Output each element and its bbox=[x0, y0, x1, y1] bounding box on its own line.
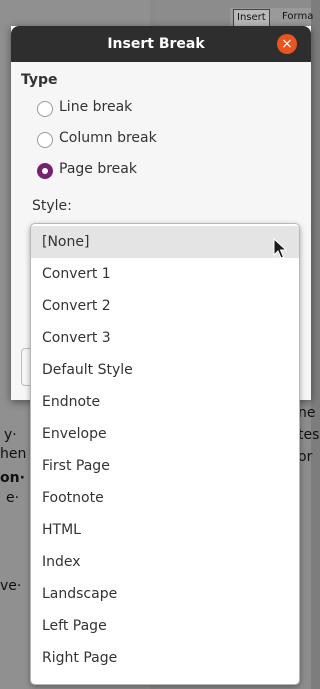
dropdown-item[interactable]: Convert 1 bbox=[31, 258, 299, 290]
background-text: hen bbox=[0, 446, 27, 462]
dropdown-item[interactable]: [None] bbox=[31, 226, 299, 258]
background-text: ve· bbox=[0, 578, 22, 594]
background-text: or bbox=[298, 449, 313, 465]
style-label: Style: bbox=[32, 198, 72, 214]
dropdown-item[interactable]: Envelope bbox=[31, 418, 299, 450]
radio-button-icon[interactable] bbox=[37, 132, 53, 148]
style-dropdown-list[interactable]: [None] Convert 1 Convert 2 Convert 3 Def… bbox=[30, 223, 300, 685]
dropdown-item[interactable]: Index bbox=[31, 546, 299, 578]
radio-label: Column break bbox=[59, 130, 157, 146]
background-text: e· bbox=[6, 490, 20, 506]
dropdown-item[interactable]: Left Page bbox=[31, 610, 299, 642]
dropdown-item[interactable]: HTML bbox=[31, 514, 299, 546]
dropdown-item[interactable]: Right Page bbox=[31, 642, 299, 674]
type-heading: Type bbox=[21, 72, 58, 88]
radio-button-icon[interactable] bbox=[37, 101, 53, 117]
background-text: on· bbox=[0, 470, 25, 486]
background-text: y· bbox=[4, 427, 17, 443]
dropdown-item[interactable]: Endnote bbox=[31, 386, 299, 418]
dropdown-item[interactable]: Convert 2 bbox=[31, 290, 299, 322]
dropdown-item[interactable]: First Page bbox=[31, 450, 299, 482]
radio-label: Page break bbox=[59, 161, 137, 177]
dropdown-item[interactable]: Footnote bbox=[31, 482, 299, 514]
radio-selected-icon[interactable] bbox=[37, 163, 53, 179]
dropdown-item[interactable]: Landscape bbox=[31, 578, 299, 610]
dialog-titlebar[interactable]: Insert Break × bbox=[11, 26, 311, 62]
dropdown-item[interactable]: Convert 3 bbox=[31, 322, 299, 354]
background-text: tes bbox=[298, 427, 320, 443]
dropdown-item[interactable]: Default Style bbox=[31, 354, 299, 386]
mouse-pointer-icon bbox=[273, 238, 287, 259]
radio-label: Line break bbox=[59, 99, 133, 115]
dialog-title: Insert Break bbox=[107, 36, 205, 52]
background-text: ne bbox=[298, 405, 316, 421]
menu-format[interactable]: Forma bbox=[279, 9, 316, 25]
menu-insert[interactable]: Insert bbox=[233, 9, 270, 27]
close-icon[interactable]: × bbox=[277, 34, 297, 54]
